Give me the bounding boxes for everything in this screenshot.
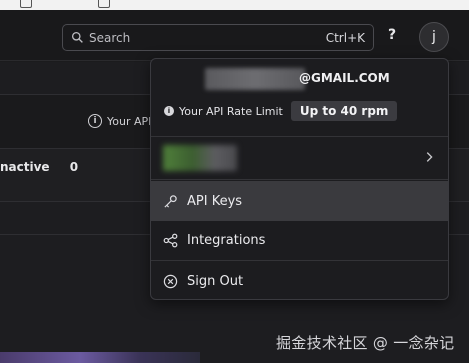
integrations-icon bbox=[163, 233, 178, 248]
inactive-stat: nactive 0 bbox=[0, 160, 78, 174]
rate-limit-badge: Up to 40 rpm bbox=[290, 101, 398, 121]
api-rate-hint[interactable]: i Your API bbox=[88, 114, 151, 128]
email-redaction bbox=[205, 68, 305, 90]
top-bar: Search Ctrl+K ? j bbox=[0, 10, 469, 61]
account-email: @GMAIL.COM bbox=[299, 71, 390, 85]
rate-limit: i Your API Rate Limit Up to 40 rpm bbox=[164, 101, 398, 121]
rate-limit-label: Your API Rate Limit bbox=[179, 104, 283, 118]
api-rate-hint-label: Your API bbox=[107, 114, 152, 128]
menu-item-label: Integrations bbox=[187, 233, 266, 248]
inactive-count: 0 bbox=[69, 160, 79, 174]
search-placeholder: Search bbox=[89, 30, 131, 45]
menu-item-integrations[interactable]: Integrations bbox=[151, 221, 448, 261]
account-menu: @GMAIL.COM i Your API Rate Limit Up to 4… bbox=[150, 58, 449, 300]
avatar[interactable]: j bbox=[419, 22, 449, 52]
search-shortcut: Ctrl+K bbox=[325, 30, 365, 45]
menu-item-sign-out[interactable]: Sign Out bbox=[151, 261, 448, 299]
search-icon bbox=[71, 31, 83, 43]
inactive-label: nactive bbox=[0, 160, 50, 174]
help-button[interactable]: ? bbox=[388, 27, 396, 43]
preview-image bbox=[0, 352, 200, 363]
account-switcher[interactable] bbox=[151, 137, 448, 180]
menu-item-api-keys[interactable]: API Keys bbox=[151, 181, 448, 221]
watermark: 掘金技术社区 @ 一念杂记 bbox=[276, 334, 455, 352]
account-header: @GMAIL.COM i Your API Rate Limit Up to 4… bbox=[151, 59, 448, 137]
browser-tab-strip bbox=[0, 0, 469, 10]
menu-item-label: API Keys bbox=[187, 193, 243, 209]
account-name-redaction bbox=[163, 145, 237, 171]
info-icon: i bbox=[164, 106, 174, 116]
sign-out-icon bbox=[163, 274, 178, 288]
menu-item-label: Sign Out bbox=[187, 273, 244, 289]
search-input[interactable]: Search Ctrl+K bbox=[62, 24, 374, 51]
tab-favicon bbox=[98, 0, 110, 8]
key-icon bbox=[164, 194, 177, 208]
chevron-right-icon bbox=[426, 152, 433, 162]
info-icon: i bbox=[88, 114, 102, 128]
tab-favicon bbox=[20, 0, 32, 8]
